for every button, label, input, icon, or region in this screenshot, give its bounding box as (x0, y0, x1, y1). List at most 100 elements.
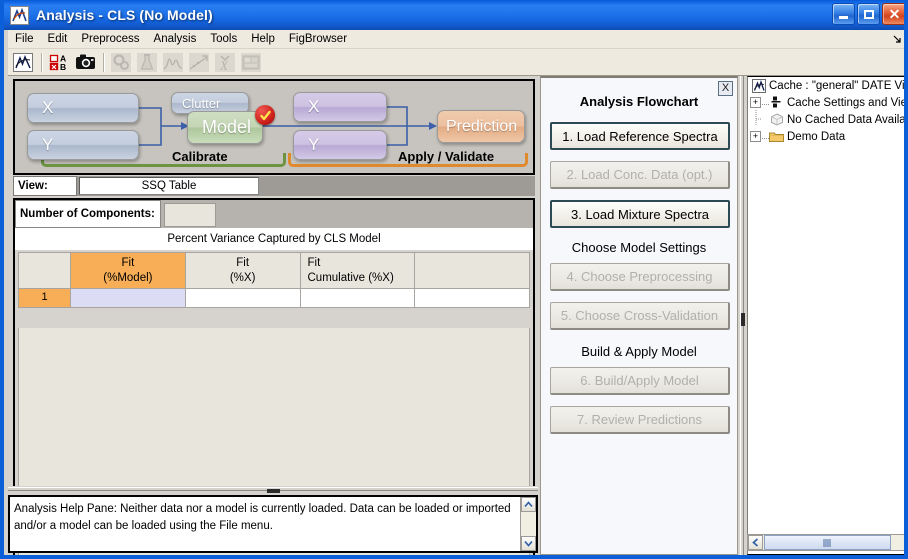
tree-dotted-connector-3 (762, 131, 769, 143)
chevron-down-icon[interactable] (521, 536, 536, 551)
tree-row-no-cached-data-label: No Cached Data Available (787, 113, 908, 126)
table-cell-fit-cumulative-1[interactable] (299, 288, 416, 308)
close-icon: ✕ (888, 5, 901, 22)
menu-item-edit[interactable]: Edit (41, 31, 75, 47)
chevron-up-icon[interactable] (521, 497, 536, 512)
table-header-fit-cumulative[interactable]: Fit Cumulative (%X) (299, 252, 416, 289)
number-of-components-row: Number of Components: (15, 200, 533, 228)
x-hat-icon: X (213, 51, 237, 74)
folder-icon (769, 129, 784, 144)
diagram-node-apply-x[interactable]: X (293, 92, 387, 122)
calibrate-label: Calibrate (172, 149, 228, 164)
table-caption: Percent Variance Captured by CLS Model (15, 228, 533, 250)
table-header-fit-x[interactable]: Fit (%X) (184, 252, 301, 289)
flowchart-title: Analysis Flowchart (579, 94, 699, 109)
analysis-lambda-icon[interactable] (11, 51, 35, 74)
camera-icon[interactable] (73, 51, 97, 74)
tree-expander-plus-icon-2[interactable]: + (750, 131, 761, 142)
table-header-fit-model[interactable]: Fit (%Model) (70, 252, 186, 289)
diagram-node-cal-x[interactable]: X (27, 93, 139, 123)
diagram-node-cal-y[interactable]: Y (27, 130, 139, 160)
chevron-corner-icon[interactable] (890, 32, 904, 46)
tree-row-cache-root[interactable]: Cache : "general" DATE View (748, 77, 908, 94)
tree-row-demo-data-label: Demo Data (787, 130, 846, 143)
tree-indent-spacer (750, 109, 762, 130)
table-header-fit-cumulative-line2: Cumulative (%X) (307, 271, 394, 284)
tree-row-cache-root-label: Cache : "general" DATE View (769, 79, 908, 92)
splitter-grip[interactable] (266, 489, 280, 493)
menu-item-tools[interactable]: Tools (203, 31, 244, 47)
red-check-badge-icon (255, 105, 275, 125)
help-pane-text: Analysis Help Pane: Neither data nor a m… (14, 503, 511, 533)
minimize-icon (839, 16, 848, 19)
menu-item-figbrowser[interactable]: FigBrowser (282, 31, 354, 47)
table-corner-header[interactable] (18, 252, 71, 289)
horizontal-splitter[interactable] (8, 486, 538, 495)
number-of-components-input[interactable] (164, 203, 216, 227)
maximize-button[interactable] (857, 3, 880, 25)
analysis-main-pane: X Y Clutter Model X Y Prediction Calibra… (8, 76, 538, 555)
close-button[interactable]: ✕ (882, 3, 904, 25)
diagram-node-prediction-label: Prediction (446, 117, 518, 135)
window-title-main: Analysis (36, 7, 95, 23)
menu-item-analysis[interactable]: Analysis (147, 31, 204, 47)
flowchart-step-1-button[interactable]: 1. Load Reference Spectra (550, 122, 730, 150)
menu-item-preprocess[interactable]: Preprocess (74, 31, 146, 47)
apply-validate-label: Apply / Validate (398, 149, 495, 164)
tree-dotted-connector (762, 97, 769, 109)
tree-horizontal-scrollbar[interactable] (747, 534, 904, 551)
chevron-left-icon[interactable] (748, 535, 763, 550)
empty-box-icon (769, 112, 784, 127)
flowchart-step-7-button: 7. Review Predictions (550, 406, 730, 434)
view-select[interactable]: SSQ Table (79, 177, 259, 195)
settings-blocks-icon (769, 95, 784, 110)
svg-text:X: X (219, 58, 229, 72)
table-row-header-1[interactable]: 1 (18, 288, 71, 308)
tree-row-demo-data[interactable]: + Demo Data (748, 128, 904, 145)
scrollbar-thumb[interactable] (764, 535, 891, 550)
flowchart-step-3-button[interactable]: 3. Load Mixture Spectra (550, 200, 730, 228)
vertical-splitter-grip[interactable] (741, 313, 745, 326)
tree-expander-plus-icon[interactable]: + (750, 97, 761, 108)
table-header-row: Fit (%Model) Fit (%X) Fit Cumulative (%X… (18, 252, 530, 289)
window-title-sub: CLS (No Model) (107, 7, 213, 23)
cache-tree-panel: Cache : "general" DATE View + Cache Sett… (747, 76, 908, 555)
flowchart-step-6-button: 6. Build/Apply Model (550, 367, 730, 395)
vertical-splitter[interactable] (738, 76, 747, 555)
diagram-node-prediction[interactable]: Prediction (437, 110, 525, 143)
diagram-node-model[interactable]: Model (187, 111, 263, 144)
spectra-plot-icon (161, 51, 185, 74)
table-cell-fit-model-1[interactable] (70, 288, 186, 308)
view-label: View: (13, 176, 77, 196)
window-title-sep: - (94, 7, 108, 23)
table-row[interactable]: 1 (18, 288, 530, 308)
minimize-button[interactable] (832, 3, 855, 25)
diagram-node-apply-x-label: X (308, 97, 320, 116)
table-cell-fit-x-1[interactable] (184, 288, 301, 308)
ab-table-icon[interactable]: A B (47, 51, 71, 74)
toolbar-separator-1 (41, 52, 43, 72)
menu-item-file[interactable]: File (8, 31, 41, 47)
menu-item-help[interactable]: Help (244, 31, 282, 47)
analysis-flowchart-panel: X Analysis Flowchart 1. Load Reference S… (540, 76, 738, 555)
help-pane-scrollbar[interactable] (520, 497, 536, 551)
diagram-node-apply-y[interactable]: Y (293, 130, 387, 160)
view-row: View: SSQ Table (13, 176, 535, 196)
help-pane: Analysis Help Pane: Neither data nor a m… (8, 495, 538, 553)
diagram-node-cal-y-label: Y (42, 135, 54, 154)
table-cell-blank-1[interactable] (414, 288, 530, 308)
tree-row-cache-settings[interactable]: + Cache Settings and View (748, 94, 904, 111)
flowchart-step-4-button: 4. Choose Preprocessing (550, 263, 730, 291)
tree-row-no-cached-data[interactable]: No Cached Data Available (748, 109, 908, 130)
table-body: 1 (18, 288, 530, 308)
window-title: Analysis - CLS (No Model) (36, 7, 213, 23)
toolbar: A B X (8, 49, 904, 76)
matlab-lambda-icon (10, 5, 29, 25)
flask-icon (135, 51, 159, 74)
table-header-blank[interactable] (414, 252, 530, 289)
title-bar: Analysis - CLS (No Model) ✕ (4, 0, 904, 30)
maximize-icon (863, 9, 874, 19)
table-header-fit-cumulative-line1: Fit (307, 257, 321, 270)
flowchart-section-model-settings: Choose Model Settings (571, 240, 707, 255)
scatter-plot-icon (187, 51, 211, 74)
